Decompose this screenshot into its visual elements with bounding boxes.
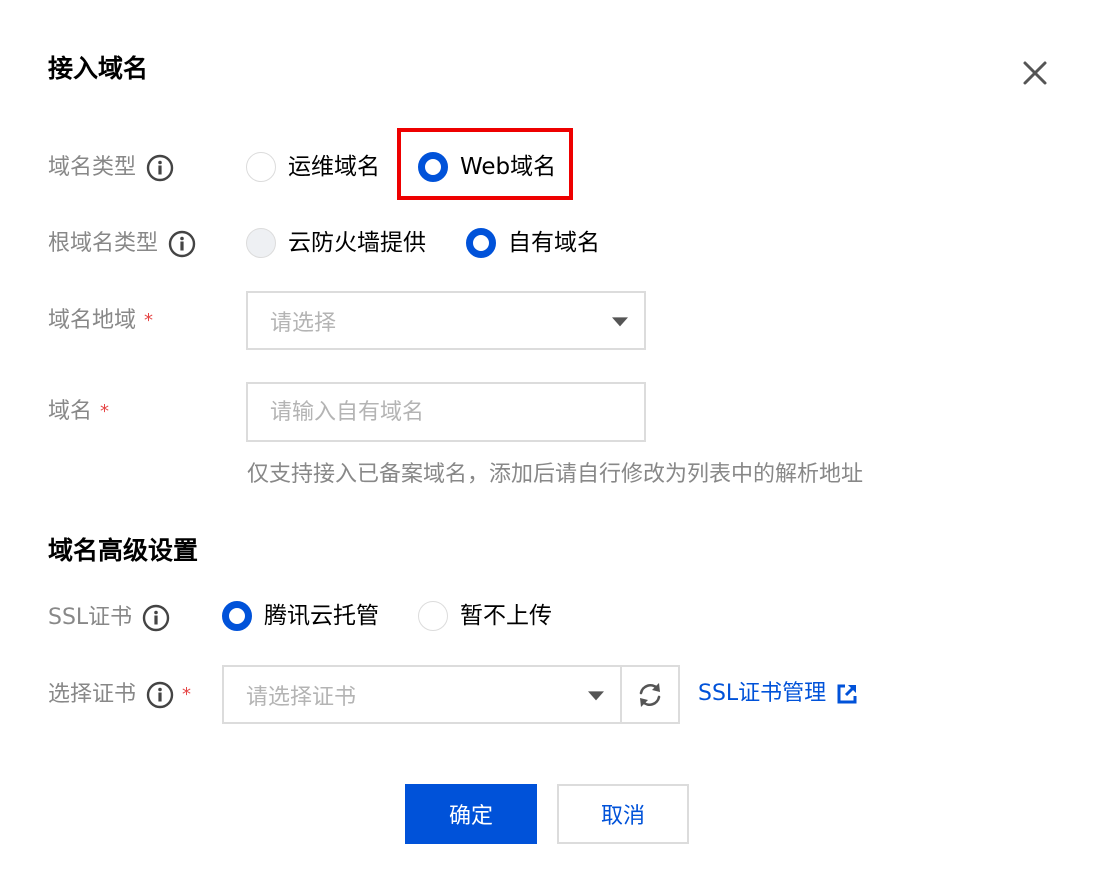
- ssl-label-text: SSL证书: [48, 605, 133, 630]
- cert-select[interactable]: 请选择证书: [222, 665, 622, 724]
- dialog-title: 接入域名: [48, 54, 149, 83]
- highlight-box: [397, 128, 573, 200]
- cert-placeholder: 请选择证书: [246, 684, 357, 710]
- radio-button-disabled: [246, 228, 276, 258]
- radio-own-domain-label: 自有域名: [508, 230, 600, 256]
- radio-firewall-provided: 云防火墙提供: [246, 228, 426, 258]
- domain-hint: 仅支持接入已备案域名，添加后请自行修改为列表中的解析地址: [247, 462, 864, 487]
- info-icon[interactable]: [146, 154, 174, 182]
- domain-label: 域名 *: [48, 397, 109, 427]
- ssl-cert-management-label: SSL证书管理: [698, 681, 827, 706]
- info-icon[interactable]: [168, 230, 196, 258]
- close-icon[interactable]: [1016, 54, 1054, 92]
- cert-label-text: 选择证书: [48, 682, 137, 707]
- root-domain-type-label-text: 根域名类型: [48, 231, 159, 256]
- access-domain-dialog: 接入域名 域名类型 运维域名 Web域名 根域名类型 云防火墙提供 自有域名 域…: [0, 0, 1094, 888]
- ssl-cert-management-link[interactable]: SSL证书管理: [698, 679, 858, 709]
- chevron-down-icon: [612, 316, 628, 326]
- radio-button[interactable]: [246, 152, 276, 182]
- domain-region-label-text: 域名地域: [48, 308, 137, 333]
- radio-ops-domain[interactable]: 运维域名: [246, 152, 380, 182]
- domain-region-label: 域名地域 *: [48, 306, 153, 336]
- cancel-button[interactable]: 取消: [557, 784, 689, 844]
- info-icon[interactable]: [146, 681, 174, 709]
- refresh-button[interactable]: [620, 665, 680, 724]
- radio-own-domain[interactable]: 自有域名: [466, 228, 600, 258]
- required-mark: *: [144, 310, 154, 331]
- radio-no-upload-label: 暂不上传: [460, 603, 552, 629]
- radio-button-checked[interactable]: [222, 601, 252, 631]
- cert-label: 选择证书 *: [48, 680, 191, 710]
- radio-tencent-hosted-label: 腾讯云托管: [264, 603, 379, 629]
- radio-tencent-hosted[interactable]: 腾讯云托管: [222, 601, 379, 631]
- domain-type-label-text: 域名类型: [48, 155, 137, 180]
- radio-ops-domain-label: 运维域名: [288, 154, 380, 180]
- domain-region-placeholder: 请选择: [270, 310, 337, 336]
- domain-type-label: 域名类型: [48, 153, 174, 183]
- domain-region-select[interactable]: 请选择: [246, 291, 646, 350]
- required-mark: *: [182, 684, 192, 705]
- radio-button[interactable]: [418, 601, 448, 631]
- required-mark: *: [100, 401, 110, 422]
- radio-no-upload[interactable]: 暂不上传: [418, 601, 552, 631]
- radio-firewall-provided-label: 云防火墙提供: [288, 230, 426, 256]
- info-icon[interactable]: [142, 604, 170, 632]
- radio-button-checked[interactable]: [466, 228, 496, 258]
- root-domain-type-label: 根域名类型: [48, 229, 196, 259]
- refresh-icon: [639, 682, 661, 707]
- advanced-settings-title: 域名高级设置: [48, 536, 199, 565]
- confirm-button[interactable]: 确定: [405, 784, 537, 844]
- ssl-label: SSL证书: [48, 603, 170, 633]
- chevron-down-icon: [588, 690, 604, 700]
- domain-label-text: 域名: [48, 399, 93, 424]
- domain-input[interactable]: [246, 382, 646, 442]
- external-link-icon: [836, 683, 858, 705]
